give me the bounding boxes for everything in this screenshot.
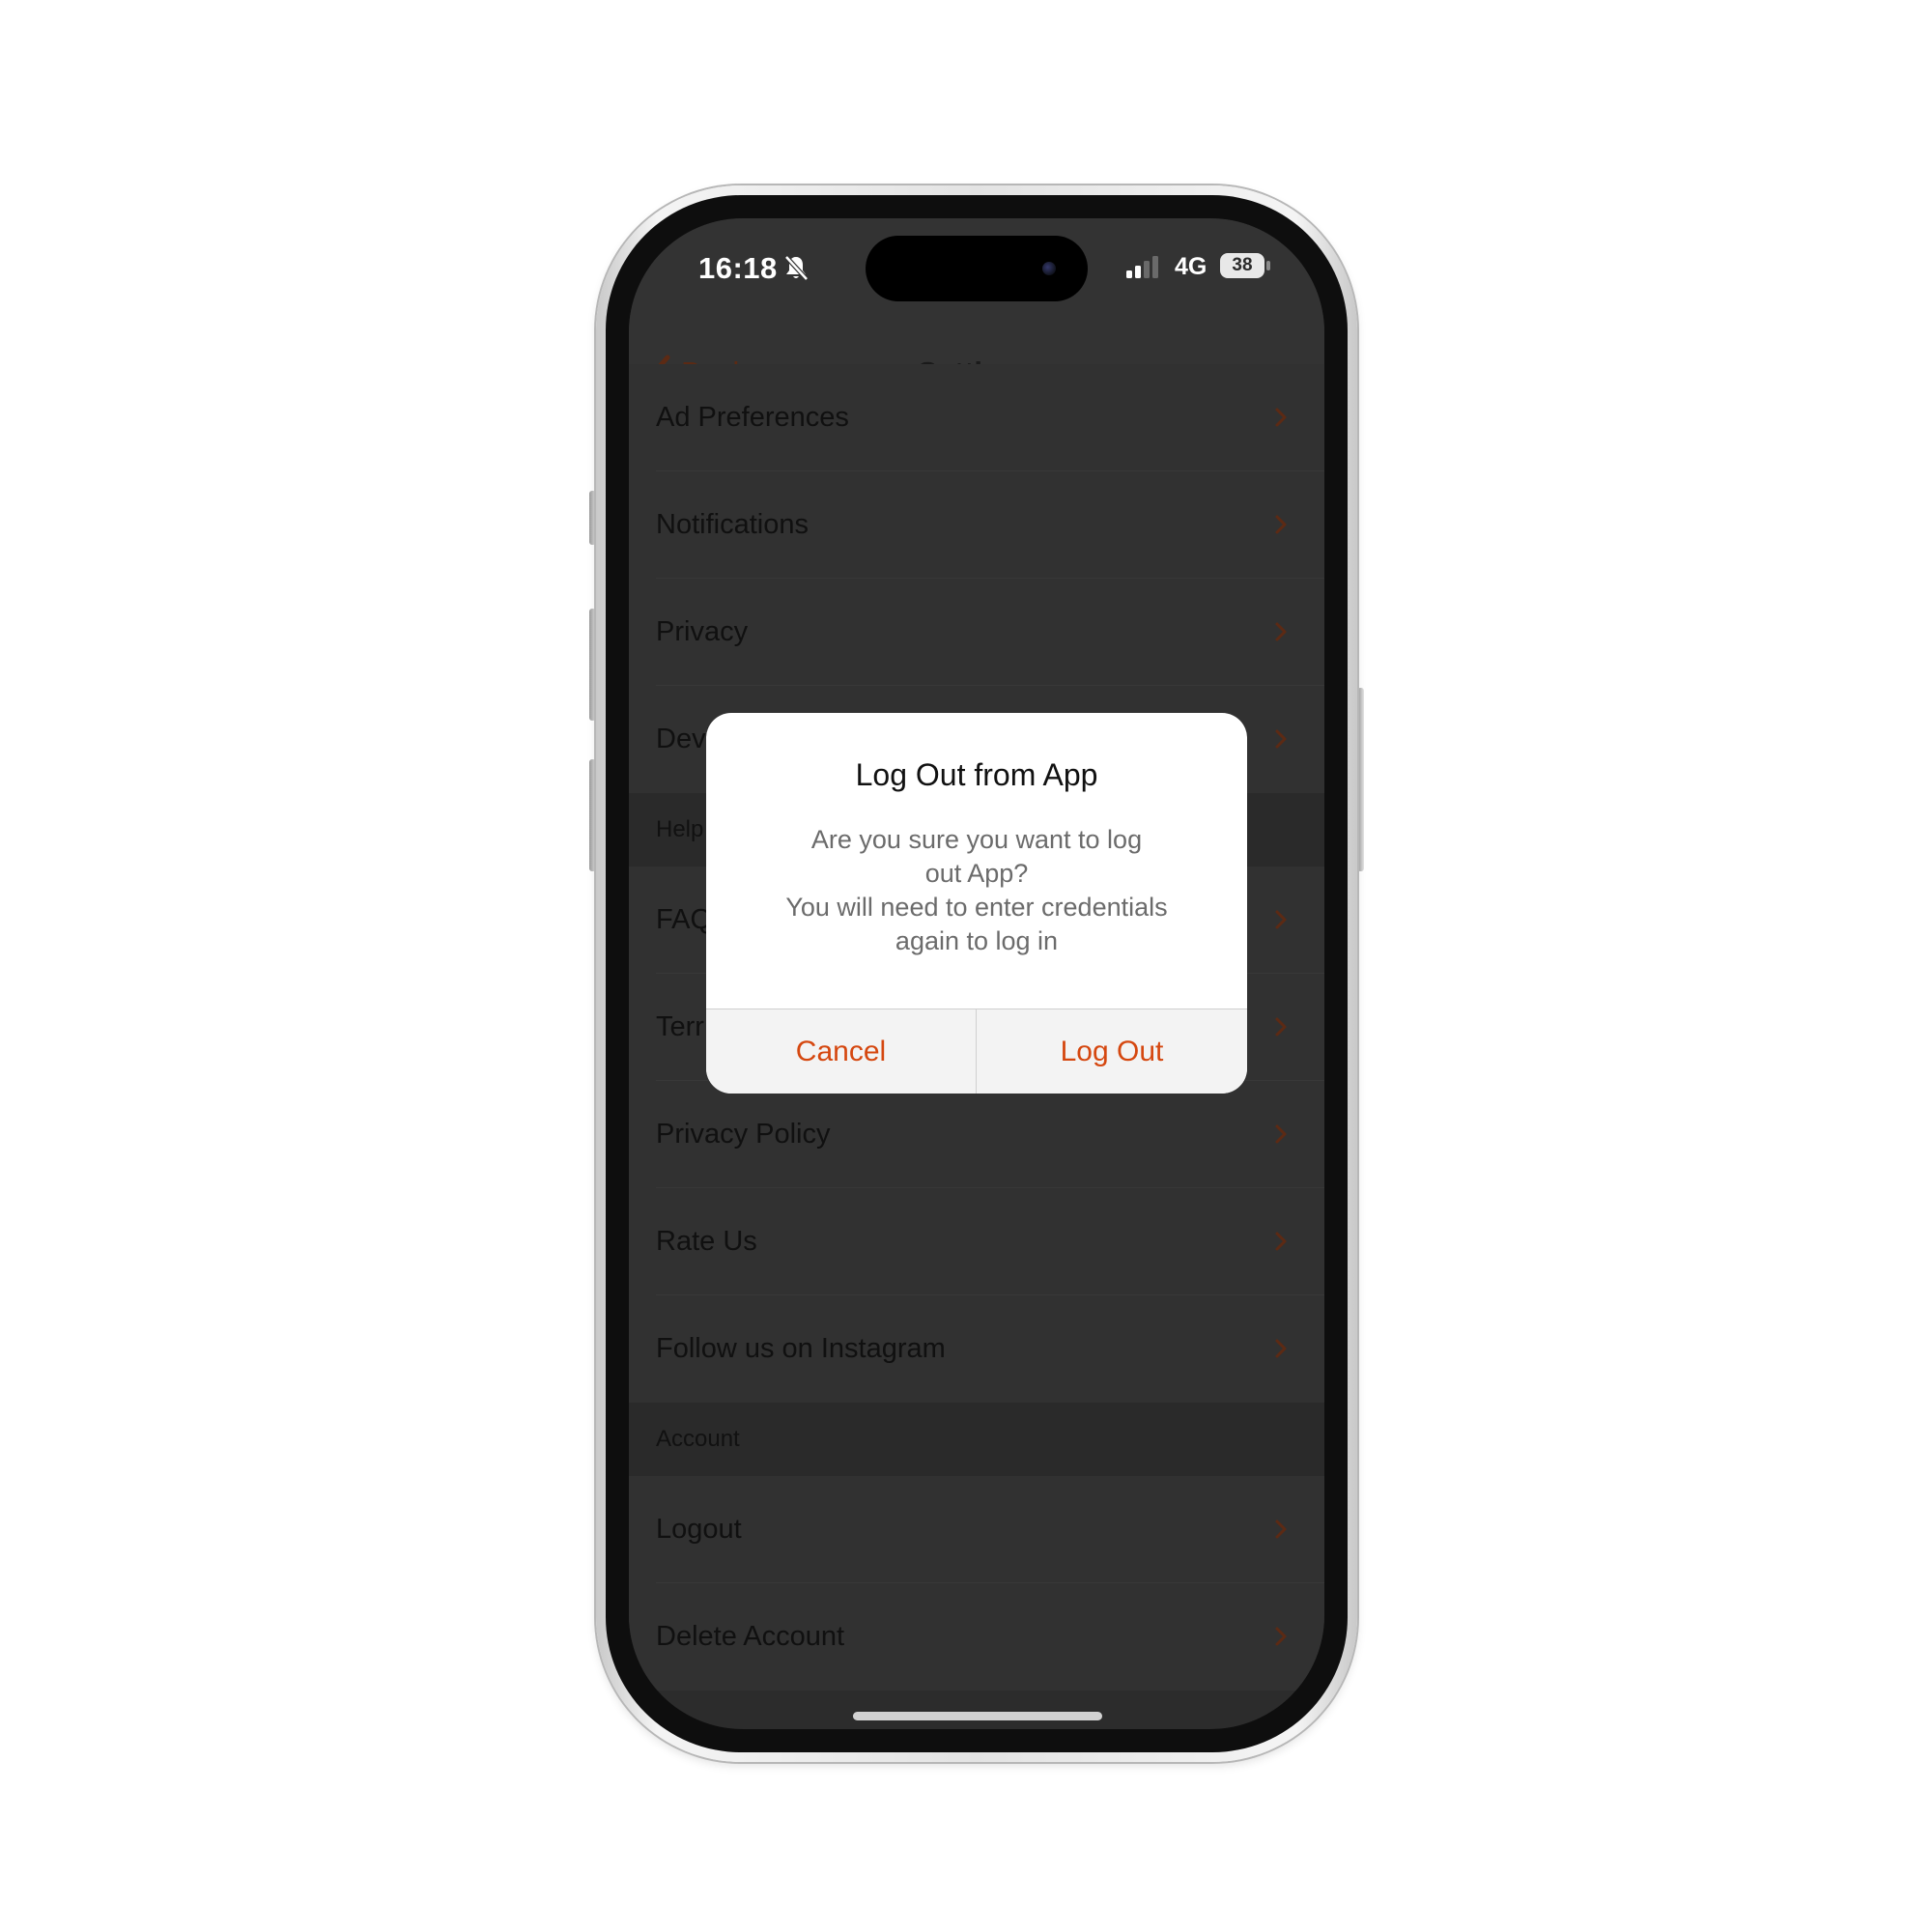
stage: 16:18 4G 38 Settings: [0, 0, 1932, 1932]
row-label: Terr: [656, 1011, 704, 1042]
settings-row-logout[interactable]: Logout: [629, 1476, 1324, 1583]
battery-icon: 38: [1220, 253, 1264, 278]
battery-cap: [1266, 261, 1270, 270]
row-label: Ad Preferences: [656, 402, 849, 433]
settings-row-privacy[interactable]: Privacy: [629, 579, 1324, 686]
row-label: Notifications: [656, 509, 809, 540]
cancel-button[interactable]: Cancel: [706, 1009, 976, 1094]
chevron-right-icon: [1275, 1520, 1287, 1539]
signal-bars-icon: [1126, 256, 1158, 278]
action-button: [589, 491, 596, 545]
volume-down-button: [589, 759, 596, 871]
dynamic-island: [866, 236, 1088, 301]
row-label: Privacy Policy: [656, 1119, 831, 1150]
section-label: Help: [656, 816, 704, 842]
status-time: 16:18: [698, 251, 778, 285]
status-bar: 16:18 4G 38: [629, 218, 1324, 325]
row-label: Delete Account: [656, 1621, 845, 1652]
settings-row-notifications[interactable]: Notifications: [629, 471, 1324, 579]
chevron-right-icon: [1275, 622, 1287, 641]
chevron-right-icon: [1275, 910, 1287, 929]
chevron-right-icon: [1275, 515, 1287, 534]
row-label: FAQ: [656, 904, 713, 935]
chevron-right-icon: [1275, 1232, 1287, 1251]
settings-row-privacy-policy[interactable]: Privacy Policy: [629, 1081, 1324, 1188]
bell-slash-icon: [784, 255, 809, 281]
power-button: [1357, 688, 1364, 871]
section-label: Account: [656, 1426, 740, 1452]
chevron-right-icon: [1275, 1017, 1287, 1037]
logout-alert-dialog: Log Out from App Are you sure you want t…: [706, 713, 1247, 1094]
alert-message-line: Are you sure you want to log: [810, 825, 1143, 854]
alert-message: Are you sure you want to log out App? Yo…: [745, 823, 1208, 958]
alert-title: Log Out from App: [855, 757, 1098, 792]
home-indicator[interactable]: [853, 1712, 1102, 1720]
chevron-right-icon: [1275, 408, 1287, 427]
row-label: Rate Us: [656, 1226, 757, 1257]
settings-row-rate-us[interactable]: Rate Us: [629, 1188, 1324, 1295]
alert-message-line: You will need to enter credentials: [785, 893, 1168, 922]
chevron-right-icon: [1275, 1124, 1287, 1144]
chevron-right-icon: [1275, 1627, 1287, 1646]
chevron-right-icon: [1275, 1339, 1287, 1358]
volume-up-button: [589, 609, 596, 721]
alert-actions: Cancel Log Out: [706, 1009, 1247, 1094]
confirm-logout-button[interactable]: Log Out: [977, 1009, 1247, 1094]
settings-row-instagram[interactable]: Follow us on Instagram: [629, 1295, 1324, 1403]
alert-message-line: out App?: [924, 859, 1029, 888]
row-label: Devi: [656, 724, 713, 754]
front-camera: [1042, 262, 1056, 275]
section-header-account: Account: [629, 1403, 1324, 1476]
chevron-right-icon: [1275, 729, 1287, 749]
settings-row-ad-preferences[interactable]: Ad Preferences: [629, 364, 1324, 471]
row-label: Follow us on Instagram: [656, 1333, 946, 1364]
row-label: Logout: [656, 1514, 742, 1545]
row-label: Privacy: [656, 616, 749, 647]
network-type: 4G: [1175, 253, 1208, 280]
settings-row-delete-account[interactable]: Delete Account: [629, 1583, 1324, 1690]
alert-message-line: again to log in: [895, 926, 1059, 955]
